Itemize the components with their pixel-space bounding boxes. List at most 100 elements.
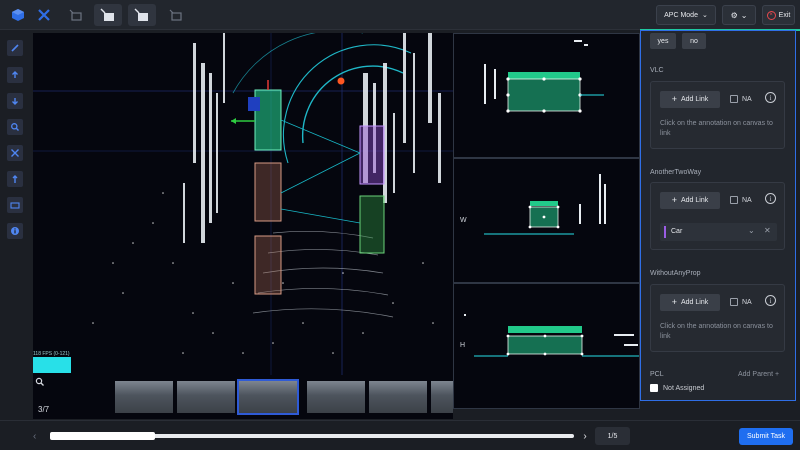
na-checkbox[interactable]: NA [730, 196, 752, 204]
front-projection-canvas[interactable] [454, 284, 640, 409]
chevron-left-icon[interactable]: ‹ [33, 431, 36, 442]
mode-label: APC Mode [664, 11, 698, 19]
arrow-up-icon [12, 71, 18, 78]
checkbox-icon[interactable] [650, 384, 658, 392]
box-icon [69, 9, 82, 21]
vehicle-box[interactable] [359, 195, 385, 254]
raise-button[interactable] [7, 67, 23, 83]
up-arrow-icon [12, 175, 18, 183]
camera-thumbnail[interactable] [115, 381, 173, 413]
add-link-label: Add Link [681, 197, 709, 204]
info-button[interactable] [7, 223, 23, 239]
camera-thumbnail[interactable] [369, 381, 427, 413]
camera-thumbnail-selected[interactable] [237, 379, 299, 415]
chevron-down-icon[interactable]: ⌄ [748, 226, 755, 235]
vehicle-box[interactable] [359, 125, 385, 185]
front-projection-view[interactable]: H [453, 283, 640, 409]
lower-button[interactable] [7, 93, 23, 109]
camera-thumbnail[interactable] [431, 381, 453, 413]
checkbox-icon[interactable] [730, 298, 738, 306]
point-cloud-canvas[interactable] [33, 33, 453, 375]
chevron-right-icon: › [583, 430, 587, 442]
not-assigned-checkbox[interactable]: Not Assigned [650, 384, 704, 392]
polygon-tool-button[interactable] [162, 4, 190, 26]
close-circle-icon: × [766, 10, 776, 20]
keyboard-button[interactable] [7, 197, 23, 213]
cube-icon [12, 9, 24, 21]
box-2d-tool-button[interactable] [94, 4, 122, 26]
anothertwoway-link-box: + Add Link NA i Car ⌄ ✕ [650, 182, 785, 250]
add-link-label: Add Link [681, 299, 709, 306]
vehicle-box[interactable] [254, 235, 282, 295]
submit-task-button[interactable]: Submit Task [739, 428, 793, 445]
camera-thumbnail[interactable] [307, 381, 365, 413]
timeline-progress[interactable] [50, 432, 155, 440]
add-link-label: Add Link [681, 96, 709, 103]
frame-timeline[interactable] [50, 432, 574, 440]
pcl-title: PCL [650, 371, 664, 378]
info-icon [11, 227, 19, 235]
yes-button[interactable]: yes [650, 33, 676, 49]
link-hint: Click on the annotation on canvas to lin… [660, 323, 773, 340]
chevron-down-icon: ⌄ [740, 10, 748, 20]
checkbox-icon[interactable] [730, 95, 738, 103]
side-projection-view[interactable]: W [453, 158, 640, 283]
upload-button[interactable] [7, 171, 23, 187]
top-toolbar: APC Mode ⌄ ⚙ ⌄ × Exit [0, 0, 800, 30]
cross-arrows-icon [38, 9, 50, 21]
zoom-button[interactable] [7, 119, 23, 135]
info-icon[interactable]: i [765, 92, 776, 103]
search-icon[interactable] [35, 377, 45, 387]
cube-icon-button[interactable] [4, 4, 32, 26]
checkbox-icon[interactable] [730, 196, 738, 204]
vehicle-box[interactable] [254, 162, 282, 222]
info-icon[interactable]: i [765, 295, 776, 306]
top-projection-canvas[interactable] [454, 34, 640, 158]
add-link-button[interactable]: + Add Link [660, 294, 720, 311]
page-indicator[interactable]: 1/5 [595, 427, 630, 445]
camera-thumbnail[interactable] [177, 381, 235, 413]
add-link-button[interactable]: + Add Link [660, 192, 720, 209]
top-projection-view[interactable] [453, 33, 640, 158]
pen-tool-button[interactable] [7, 40, 23, 56]
section-title: VLC [650, 67, 664, 74]
box-3d-tool-button[interactable] [128, 4, 156, 26]
tag-color-bar [664, 226, 666, 238]
polygon-icon [169, 9, 182, 21]
vlc-link-box: + Add Link NA i Click on the annotation o… [650, 81, 785, 149]
fps-graph [33, 357, 71, 373]
na-checkbox[interactable]: NA [730, 95, 752, 103]
keyboard-icon [10, 202, 20, 209]
pen-icon [11, 44, 19, 52]
mode-dropdown[interactable]: APC Mode ⌄ [656, 5, 716, 25]
add-link-button[interactable]: + Add Link [660, 91, 720, 108]
exit-label: Exit [778, 11, 791, 19]
withoutanyprop-link-box: + Add Link NA i Click on the annotation o… [650, 284, 785, 352]
close-icon[interactable]: ✕ [764, 226, 771, 235]
camera-filmstrip [33, 375, 453, 419]
settings-dropdown[interactable]: ⚙ ⌄ [722, 5, 756, 25]
left-toolbar [0, 30, 30, 420]
side-projection-canvas[interactable] [454, 159, 640, 283]
add-parent-button[interactable]: Add Parent + [738, 371, 779, 378]
plus-icon: + [671, 195, 677, 205]
na-label: NA [742, 298, 752, 306]
next-frame-button[interactable]: › [578, 427, 592, 445]
plus-icon: + [671, 297, 677, 307]
linked-object-tag[interactable]: Car ⌄ ✕ [660, 223, 777, 241]
direction-marker [248, 97, 260, 111]
na-checkbox[interactable]: NA [730, 298, 752, 306]
na-label: NA [742, 95, 752, 103]
arrow-down-icon [12, 98, 18, 105]
zoom-icon [11, 123, 19, 131]
point-cloud-view[interactable] [33, 33, 453, 375]
fit-view-button[interactable] [7, 145, 23, 161]
move-tool-button[interactable] [30, 4, 58, 26]
projection-views: W H [453, 33, 640, 409]
info-icon[interactable]: i [765, 193, 776, 204]
exit-button[interactable]: × Exit [762, 5, 795, 25]
bottom-bar: ‹ › 1/5 Submit Task [0, 420, 800, 450]
no-button[interactable]: no [682, 33, 706, 49]
box-3d-icon [134, 8, 148, 21]
box-tool-button[interactable] [62, 4, 90, 26]
